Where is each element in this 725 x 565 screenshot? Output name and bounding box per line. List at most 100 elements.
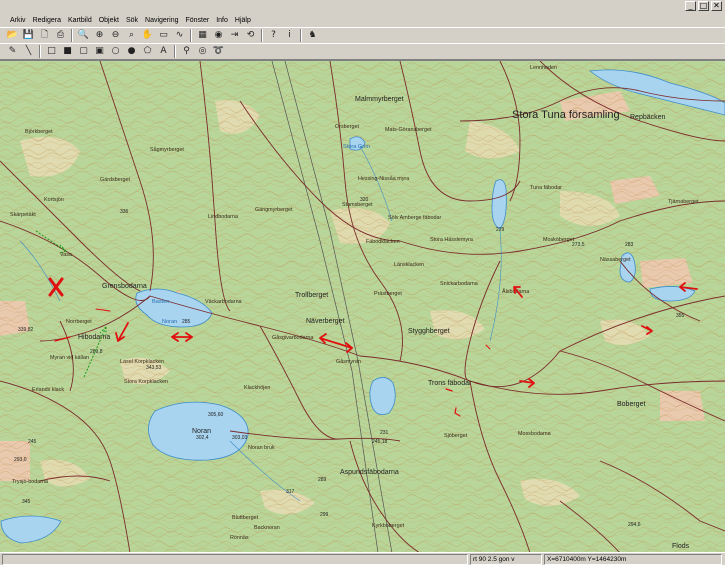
- eye-icon[interactable]: ◎: [196, 45, 209, 58]
- label-aspundsfabodarna: Aspundsfäbodarna: [340, 469, 399, 476]
- menu-navigering[interactable]: Navigering: [145, 17, 178, 24]
- elev-4: 302,4: [196, 435, 209, 441]
- rotate-icon[interactable]: ⟲: [244, 29, 257, 42]
- maximize-button[interactable]: □: [698, 1, 709, 11]
- label-mats-goransberget: Mats-Göransberget: [385, 127, 432, 133]
- label-klackhojen: Klackhöjen: [244, 385, 270, 391]
- label-repbacken: Repbäcken: [630, 114, 666, 121]
- toolbar-separator: [71, 29, 73, 42]
- pipette-icon[interactable]: ⚲: [180, 45, 193, 58]
- label-lennheden: Lennheden: [530, 65, 557, 71]
- elev-2: 336: [120, 209, 129, 215]
- elev-22: 245,18: [372, 439, 388, 445]
- elev-17: 293,0: [14, 457, 27, 463]
- label-tjarnaberget: Tjärnaberget: [668, 199, 699, 205]
- elev-19: 355: [676, 313, 685, 319]
- line-icon[interactable]: ╲: [22, 45, 35, 58]
- toolbar-separator: [190, 29, 192, 42]
- rectangle-icon[interactable]: □: [45, 45, 58, 58]
- measure-icon[interactable]: ∿: [173, 29, 186, 42]
- label-prastberget: Prästberget: [374, 291, 402, 297]
- menu-info[interactable]: Info: [216, 17, 228, 24]
- label-myran-vid-kallan: Myran vid källan: [50, 355, 89, 361]
- status-bar: rt 90 2.5 gon v X=6710400m Y=1464230m: [0, 552, 725, 565]
- label-kyrkboberget: Kyrkboberget: [372, 523, 405, 529]
- label-stamsberget: Stamsberget: [342, 202, 373, 208]
- search-map-icon[interactable]: ◉: [212, 29, 225, 42]
- label-gangmyrberget: Gängmyrberget: [255, 207, 293, 213]
- label-mossbodarna: Mossbodarna: [518, 431, 551, 437]
- label-orsberget: Orsberget: [335, 124, 359, 130]
- zoom-in-icon[interactable]: ⊕: [93, 29, 106, 42]
- label-lansklacken: Länsklacken: [394, 262, 424, 268]
- label-flods: Flods: [672, 543, 690, 550]
- filled-ellipse-icon[interactable]: ●: [125, 45, 138, 58]
- print-icon[interactable]: ⎙: [54, 29, 67, 42]
- menu-arkiv[interactable]: Arkiv: [10, 17, 26, 24]
- elev-6: 305,60: [208, 412, 224, 418]
- elev-12: 245: [28, 439, 37, 445]
- filled-rectangle-icon[interactable]: ■: [61, 45, 74, 58]
- label-naverberget: Näverberget: [306, 318, 345, 325]
- zoom-icon[interactable]: 🔍: [77, 29, 90, 42]
- zoom-out-icon[interactable]: ⊖: [109, 29, 122, 42]
- menu-hjalp[interactable]: Hjälp: [235, 17, 251, 24]
- filled-rounded-rectangle-icon[interactable]: ▣: [93, 45, 106, 58]
- elev-8: 229: [496, 227, 505, 233]
- menu-bar: Arkiv Redigera Kartbild Objekt Sök Navig…: [0, 14, 725, 26]
- label-kortsjon: Kortsjön: [44, 197, 64, 203]
- menu-redigera[interactable]: Redigera: [33, 17, 61, 24]
- rounded-rectangle-icon[interactable]: ▢: [77, 45, 90, 58]
- status-projection: rt 90 2.5 gon v: [470, 554, 542, 565]
- text-tool-icon[interactable]: A: [157, 45, 170, 58]
- label-stora-hasslemyra: Stora Hässlemyra: [430, 237, 473, 243]
- label-gasmyran: Gåsmyran: [336, 358, 361, 365]
- label-moskoberget: Mosköberget: [543, 237, 575, 243]
- label-bjorkberget: Björkberget: [25, 129, 53, 135]
- pan-hand-icon[interactable]: ✋: [141, 29, 154, 42]
- window-controls: _ □ ✕: [685, 1, 722, 11]
- label-nassaberget: Nässaberget: [600, 257, 631, 263]
- menu-objekt[interactable]: Objekt: [99, 17, 119, 24]
- ellipse-icon[interactable]: ○: [109, 45, 122, 58]
- save-icon[interactable]: 💾: [22, 29, 35, 42]
- menu-kartbild[interactable]: Kartbild: [68, 17, 92, 24]
- polygon-icon[interactable]: ⬠: [141, 45, 154, 58]
- scale-icon[interactable]: ▭: [157, 29, 170, 42]
- open-icon[interactable]: 📂: [6, 29, 19, 42]
- elev-15: 317: [286, 489, 295, 495]
- close-button[interactable]: ✕: [711, 1, 722, 11]
- print-preview-icon[interactable]: 🗋: [38, 29, 51, 42]
- elev-13: 345: [22, 499, 31, 505]
- label-trons-fabodar: Trons fäbodar: [428, 380, 472, 387]
- label-boberget: Boberget: [617, 401, 645, 408]
- menu-sok[interactable]: Sök: [126, 17, 138, 24]
- map-view[interactable]: Malmmyrberget Orsberget Stora Tuna försa…: [0, 60, 725, 552]
- topographic-map[interactable]: Malmmyrberget Orsberget Stora Tuna försa…: [0, 61, 725, 552]
- lake-small-south: [369, 377, 396, 416]
- pencil-icon[interactable]: ✎: [6, 45, 19, 58]
- label-solv-amberge: Sölv Amberge fäbodar: [388, 215, 442, 221]
- elev-11: 343,53: [146, 365, 162, 371]
- status-coordinates: X=6710400m Y=1464230m: [544, 554, 722, 565]
- label-snickarbodarna: Snickarbodarna: [440, 281, 478, 287]
- elev-18: 294,6: [628, 522, 641, 528]
- elev-10: 339,82: [18, 327, 34, 333]
- layers-icon[interactable]: ▦: [196, 29, 209, 42]
- minimize-button[interactable]: _: [685, 1, 696, 11]
- label-skarpetakt: Skärpetäkt: [10, 212, 36, 218]
- lasso-icon[interactable]: ➰: [212, 45, 225, 58]
- zoom-area-icon[interactable]: ⌕: [125, 29, 138, 42]
- label-noran: Noran: [192, 428, 211, 435]
- label-lindbodarna: Lindbodarna: [208, 214, 238, 220]
- help-icon[interactable]: ?: [267, 29, 280, 42]
- animal-icon[interactable]: ♞: [306, 29, 319, 42]
- info-icon[interactable]: i: [283, 29, 296, 42]
- elev-21: 273,5: [572, 242, 585, 248]
- label-bluttberget: Bluttberget: [232, 515, 259, 521]
- menu-fonster[interactable]: Fönster: [185, 17, 209, 24]
- export-icon[interactable]: ⇥: [228, 29, 241, 42]
- toolbar-separator: [300, 29, 302, 42]
- label-stora-korpklacken: Stora Korpklacken: [124, 379, 168, 385]
- toolbar-separator: [39, 45, 41, 58]
